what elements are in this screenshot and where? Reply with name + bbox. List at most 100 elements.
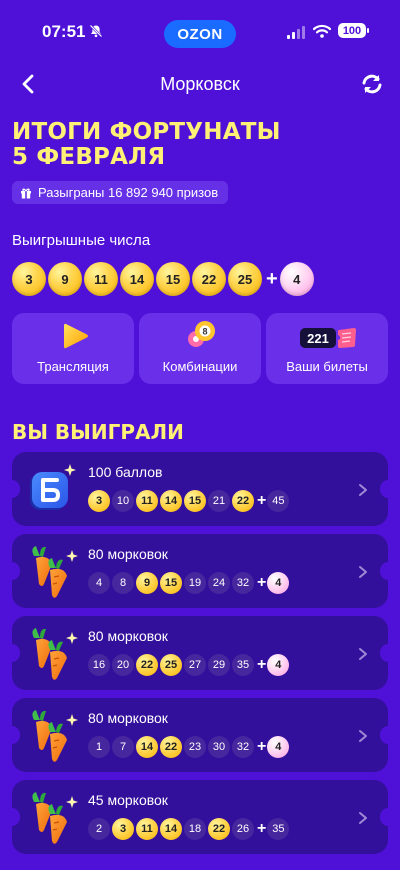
cellular-signal-icon — [287, 26, 305, 39]
plus-sign: + — [257, 574, 267, 591]
ticket-number-ball: 16 — [88, 654, 110, 676]
refresh-icon[interactable] — [360, 73, 384, 95]
ticket-bonus-ball: 4 — [267, 654, 290, 676]
ticket-number-ball: 10 — [112, 490, 134, 512]
ticket-number-ball: 11 — [136, 490, 158, 512]
winning-ball: 25 — [228, 262, 262, 296]
tickets-icon: 221 — [300, 328, 356, 348]
ticket-number-ball: 26 — [232, 818, 254, 840]
ticket-number-ball: 24 — [208, 572, 230, 594]
carrot-icon — [32, 628, 78, 680]
your-tickets-label: Ваши билеты — [286, 359, 368, 374]
ticket-bonus-ball: 35 — [267, 818, 290, 840]
ticket-number-ball: 27 — [184, 654, 206, 676]
ticket-numbers: 4 8 9 15 19 24 32 +4 — [88, 572, 291, 594]
ticket-number-ball: 22 — [208, 818, 230, 840]
ticket-number-ball: 19 — [184, 572, 206, 594]
ticket-notch — [4, 726, 20, 744]
ticket-notch — [4, 480, 20, 498]
ticket-number-ball: 2 — [88, 818, 110, 840]
ticket-prize: 80 морковок — [88, 710, 168, 726]
chevron-right-icon — [359, 566, 367, 578]
ticket-number-ball: 3 — [112, 818, 134, 840]
chevron-right-icon — [359, 648, 367, 660]
ticket-number-ball: 18 — [184, 818, 206, 840]
tickets-count: 221 — [307, 331, 329, 346]
winning-ball: 22 — [192, 262, 226, 296]
ticket-notch — [380, 726, 396, 744]
ticket-prize: 100 баллов — [88, 464, 163, 480]
your-tickets-button[interactable]: 221 Ваши билеты — [266, 313, 388, 384]
chevron-right-icon — [359, 812, 367, 824]
ticket-notch — [380, 480, 396, 498]
ticket-bonus-ball: 4 — [267, 572, 290, 594]
headline-line-1: ИТОГИ ФОРТУНАТЫ — [12, 119, 281, 145]
carrot-icon — [32, 546, 78, 598]
winning-ball: 9 — [48, 262, 82, 296]
ticket-number-ball: 25 — [160, 654, 182, 676]
ticket-prize: 80 морковок — [88, 546, 168, 562]
winning-ticket-card[interactable]: 80 морковок 4 8 9 15 19 24 32 +4 — [4, 534, 396, 608]
chevron-right-icon — [359, 730, 367, 742]
combinations-button[interactable]: 8 Комбинации — [139, 313, 261, 384]
winning-ball: 15 — [156, 262, 190, 296]
lottery-balls-icon: 8 — [188, 321, 215, 347]
action-tiles: Трансляция 8 Комбинации 221 Ваши билеты — [12, 313, 388, 384]
ticket-number-ball: 9 — [136, 572, 158, 594]
winning-ball: 11 — [84, 262, 118, 296]
status-time: 07:51 — [42, 22, 86, 41]
winning-ticket-card[interactable]: 100 баллов 3 10 11 14 15 21 22 +45 — [4, 452, 396, 526]
status-bar: 07:51 OZON 100 — [0, 0, 400, 64]
ticket-notch — [380, 644, 396, 662]
ticket-number-ball: 15 — [160, 572, 182, 594]
plus-sign: + — [257, 656, 267, 673]
carrot-icon — [32, 710, 78, 762]
ticket-number-ball: 32 — [232, 736, 254, 758]
ticket-bonus-ball: 4 — [267, 736, 290, 758]
ticket-number-ball: 20 — [112, 654, 134, 676]
ticket-number-ball: 21 — [208, 490, 230, 512]
ticket-prize: 45 морковок — [88, 792, 168, 808]
winning-numbers-label: Выигрышные числа — [12, 232, 151, 249]
winning-ball: 14 — [120, 262, 154, 296]
broadcast-button[interactable]: Трансляция — [12, 313, 134, 384]
winning-ticket-card[interactable]: 45 морковок 2 3 11 14 18 22 26 +35 — [4, 780, 396, 854]
results-headline: ИТОГИ ФОРТУНАТЫ 5 ФЕВРАЛЯ — [12, 120, 281, 170]
combinations-label: Комбинации — [162, 359, 238, 374]
battery-indicator: 100 — [338, 23, 369, 38]
ozon-logo: OZON — [164, 20, 236, 48]
plus-sign: + — [257, 738, 267, 755]
ticket-number-ball: 14 — [160, 818, 182, 840]
ticket-number-ball: 22 — [232, 490, 254, 512]
ozon-points-icon — [30, 464, 76, 510]
ticket-numbers: 2 3 11 14 18 22 26 +35 — [88, 818, 291, 840]
ticket-number-ball: 1 — [88, 736, 110, 758]
prizes-drawn-text: Разыграны 16 892 940 призов — [38, 185, 219, 200]
ticket-number-ball: 22 — [160, 736, 182, 758]
prizes-drawn-badge: Разыграны 16 892 940 призов — [12, 181, 229, 204]
page-title: Морковск — [160, 74, 240, 94]
ticket-number-ball: 14 — [136, 736, 158, 758]
ticket-number-ball: 11 — [136, 818, 158, 840]
ticket-number-ball: 35 — [232, 654, 254, 676]
ticket-number-ball: 14 — [160, 490, 182, 512]
winning-ticket-card[interactable]: 80 морковок 16 20 22 25 27 29 35 +4 — [4, 616, 396, 690]
combinations-ball-number: 8 — [202, 327, 207, 337]
ticket-number-ball: 22 — [136, 654, 158, 676]
chevron-right-icon — [359, 484, 367, 496]
plus-sign: + — [257, 820, 267, 837]
plus-sign: + — [257, 492, 267, 509]
winning-ticket-card[interactable]: 80 морковок 1 7 14 22 23 30 32 +4 — [4, 698, 396, 772]
ticket-notch — [380, 808, 396, 826]
headline-line-2: 5 ФЕВРАЛЯ — [12, 144, 166, 170]
ticket-numbers: 16 20 22 25 27 29 35 +4 — [88, 654, 291, 676]
ticket-notch — [4, 562, 20, 580]
ticket-number-ball: 15 — [184, 490, 206, 512]
ticket-number-ball: 32 — [232, 572, 254, 594]
carrot-icon — [32, 792, 78, 844]
ticket-number-ball: 3 — [88, 490, 110, 512]
gift-icon — [21, 187, 31, 198]
ticket-numbers: 3 10 11 14 15 21 22 +45 — [88, 490, 291, 512]
you-won-title: ВЫ ВЫИГРАЛИ — [12, 420, 184, 444]
winning-ball: 3 — [12, 262, 46, 296]
